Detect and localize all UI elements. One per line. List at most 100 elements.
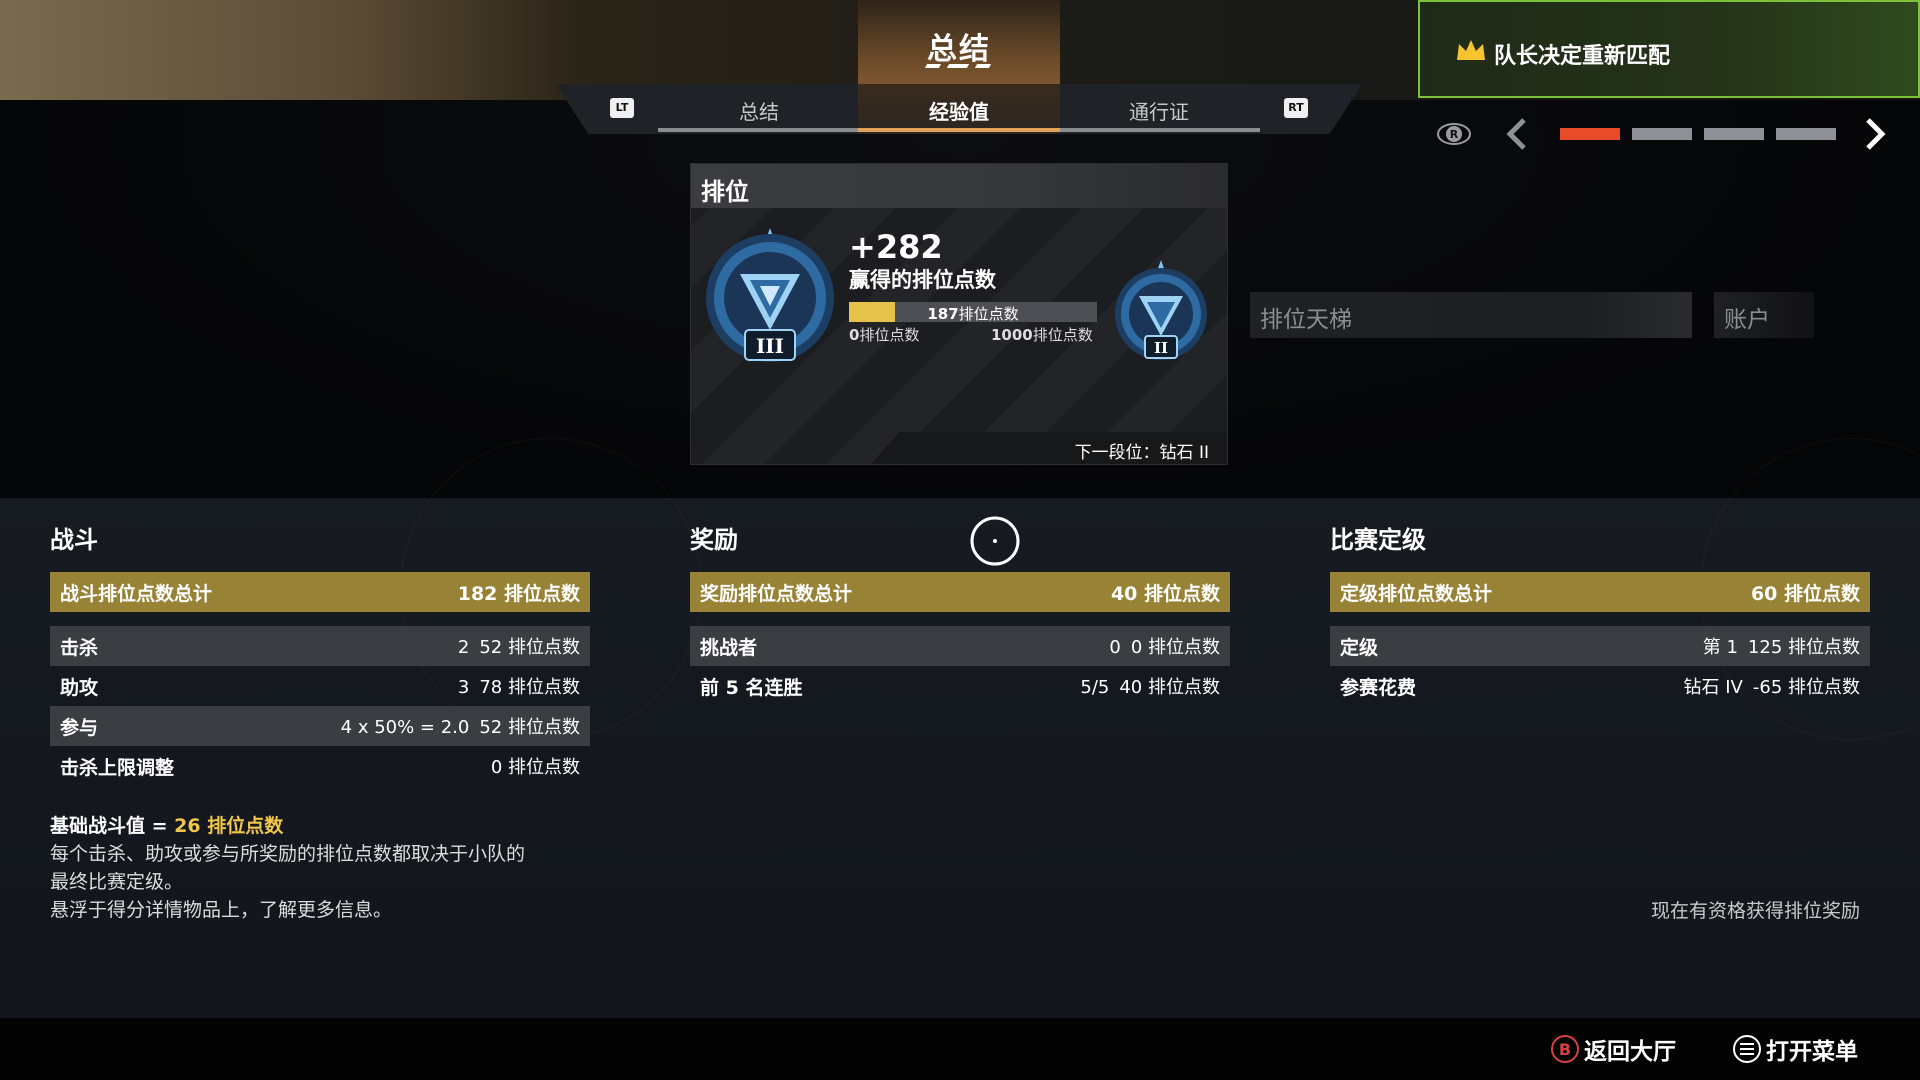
eye-r-icon[interactable]: R: [1436, 122, 1472, 146]
pager-indicator-4[interactable]: [1776, 128, 1836, 140]
stat-label: 参与: [60, 716, 99, 739]
open-menu-button[interactable]: 打开菜单: [1732, 1032, 1858, 1066]
ranked-ladder-tab[interactable]: 排位天梯: [1250, 292, 1692, 338]
combat-total-value: 182 排位点数: [457, 582, 580, 605]
current-tier-numeral: III: [756, 334, 784, 358]
account-tab[interactable]: 账户: [1714, 292, 1814, 338]
rank-progress-text: 187排位点数: [849, 303, 1097, 324]
stat-value: 125 排位点数: [1747, 637, 1860, 658]
bonus-column: 奖励 奖励排位点数总计 40 排位点数 挑战者 0 0 排位点数 前 5 名连胜 …: [690, 520, 1230, 706]
next-rank-text: 下一段位：钻石 II: [1074, 443, 1209, 463]
tab-summary[interactable]: 总结: [658, 96, 860, 125]
stat-value: 0 排位点数: [1130, 637, 1220, 658]
rp-gain-label: 赢得的排位点数: [849, 268, 996, 292]
tab-xp[interactable]: 经验值: [858, 96, 1060, 125]
stat-row-placement[interactable]: 定级 第 1 125 排位点数: [1330, 626, 1870, 666]
base-combat-value: 26 排位点数: [174, 815, 284, 837]
stat-label: 参赛花费: [1340, 676, 1417, 699]
placement-title: 比赛定级: [1330, 526, 1426, 554]
stat-label: 助攻: [60, 676, 99, 699]
stat-row-kills[interactable]: 击杀 2 52 排位点数: [50, 626, 590, 666]
party-notification: 队长决定重新匹配: [1418, 0, 1920, 98]
ranked-ladder-label: 排位天梯: [1260, 307, 1352, 333]
eligible-text: 现在有资格获得排位奖励: [1650, 900, 1860, 922]
stat-value: -65 排位点数: [1752, 677, 1860, 698]
placement-total-row[interactable]: 定级排位点数总计 60 排位点数: [1330, 572, 1870, 612]
combat-title: 战斗: [50, 526, 98, 554]
tab-underline-active: [858, 128, 1060, 132]
ranked-card-header: 排位: [691, 164, 1227, 208]
placement-column: 比赛定级 定级排位点数总计 60 排位点数 定级 第 1 125 排位点数 参赛花…: [1330, 520, 1870, 706]
note-line-2: 每个击杀、助攻或参与所奖励的排位点数都取决于小队的: [50, 843, 526, 865]
stat-row-top5-streak[interactable]: 前 5 名连胜 5/5 40 排位点数: [690, 666, 1230, 706]
page-title-tab: 总结: [858, 0, 1060, 88]
stat-row-entry-cost[interactable]: 参赛花费 钻石 IV -65 排位点数: [1330, 666, 1870, 706]
stat-row-kill-cap[interactable]: 击杀上限调整 0 排位点数: [50, 746, 590, 786]
b-button-icon: B: [1551, 1035, 1579, 1063]
pager-indicator-1[interactable]: [1560, 128, 1620, 140]
stat-label: 击杀上限调整: [60, 756, 175, 779]
progress-max: 1000排位点数: [991, 324, 1093, 345]
notification-text: 队长决定重新匹配: [1494, 44, 1671, 69]
stat-count: 5/5: [1080, 677, 1110, 698]
chevron-right-icon[interactable]: [1864, 116, 1886, 152]
crown-icon: [1457, 40, 1485, 60]
rp-gain-value: +282: [849, 228, 943, 266]
progress-max-unit: 排位点数: [1032, 326, 1093, 344]
next-tier-numeral: II: [1154, 339, 1168, 357]
chevron-left-icon[interactable]: [1506, 116, 1528, 152]
stat-row-participation[interactable]: 参与 4 x 50% = 2.0 52 排位点数: [50, 706, 590, 746]
stat-count: 2: [457, 637, 470, 658]
stat-row-challenger[interactable]: 挑战者 0 0 排位点数: [690, 626, 1230, 666]
progress-max-value: 1000: [991, 326, 1033, 344]
combat-total-label: 战斗排位点数总计: [60, 582, 213, 605]
combat-column: 战斗 战斗排位点数总计 182 排位点数 击杀 2 52 排位点数 助攻 3 78 …: [50, 520, 590, 786]
pager-indicator-2[interactable]: [1632, 128, 1692, 140]
stat-label: 定级: [1340, 636, 1379, 659]
stat-count: 3: [457, 677, 470, 698]
next-rank-bar: 下一段位：钻石 II: [871, 432, 1227, 464]
stat-label: 前 5 名连胜: [700, 676, 803, 699]
stat-label: 挑战者: [700, 636, 758, 659]
back-to-lobby-label: 返回大厅: [1584, 1039, 1676, 1065]
progress-current-value: 187: [927, 305, 959, 323]
open-menu-label: 打开菜单: [1766, 1039, 1858, 1065]
stat-value: 52 排位点数: [479, 637, 580, 658]
stat-count: 第 1: [1702, 637, 1738, 658]
stat-count: 钻石 IV: [1683, 677, 1743, 698]
diamond-rank-badge-icon: III: [706, 228, 834, 362]
lt-bumper-icon[interactable]: LT: [610, 98, 634, 118]
tab-battlepass[interactable]: 通行证: [1058, 96, 1260, 125]
base-combat-label: 基础战斗值 =: [50, 815, 175, 837]
rt-bumper-icon[interactable]: RT: [1284, 98, 1308, 118]
placement-total-label: 定级排位点数总计: [1340, 582, 1493, 605]
stat-value: 78 排位点数: [479, 677, 580, 698]
account-label: 账户: [1724, 307, 1770, 333]
stat-count: 4 x 50% = 2.0: [340, 717, 470, 738]
progress-min-value: 0: [849, 326, 860, 344]
bonus-title: 奖励: [690, 526, 738, 554]
stat-label: 击杀: [60, 636, 99, 659]
bonus-total-value: 40 排位点数: [1110, 582, 1220, 605]
stat-value: 40 排位点数: [1119, 677, 1220, 698]
stat-count: 0: [1109, 637, 1121, 658]
stat-row-assists[interactable]: 助攻 3 78 排位点数: [50, 666, 590, 706]
title-dashes: [924, 64, 994, 70]
progress-min-unit: 排位点数: [859, 326, 920, 344]
ranked-card-title: 排位: [701, 178, 749, 206]
combat-total-row[interactable]: 战斗排位点数总计 182 排位点数: [50, 572, 590, 612]
eye-key-label: R: [1450, 128, 1459, 141]
bonus-total-label: 奖励排位点数总计: [700, 582, 853, 605]
stat-value: 0 排位点数: [490, 757, 580, 778]
pager-indicator-3[interactable]: [1704, 128, 1764, 140]
bonus-total-row[interactable]: 奖励排位点数总计 40 排位点数: [690, 572, 1230, 612]
progress-min: 0排位点数: [849, 324, 919, 345]
page-title: 总结: [927, 32, 991, 67]
progress-unit: 排位点数: [958, 305, 1019, 323]
rank-progress-bar: 187排位点数: [849, 302, 1097, 324]
menu-button-icon: [1733, 1035, 1761, 1063]
note-line-3: 最终比赛定级。: [50, 871, 184, 893]
note-line-4: 悬浮于得分详情物品上，了解更多信息。: [50, 899, 393, 921]
back-to-lobby-button[interactable]: B 返回大厅: [1550, 1032, 1676, 1066]
ranked-card[interactable]: 排位 III +282 赢得的排位点数 187排位点数 0排位点数 1000排位…: [690, 163, 1228, 465]
